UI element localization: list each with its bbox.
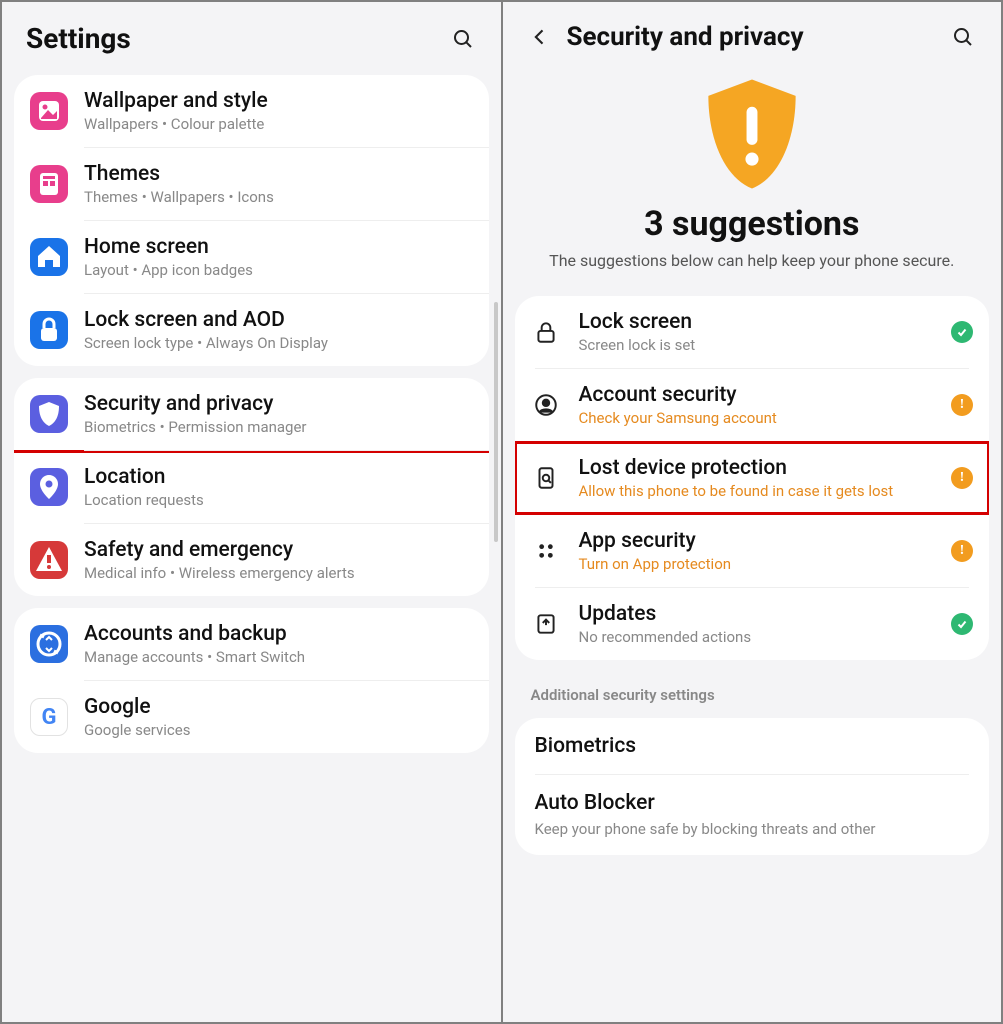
row-title: Safety and emergency xyxy=(84,538,473,562)
lock-icon xyxy=(30,311,68,349)
status-badge xyxy=(951,613,973,635)
suggestions-header: 3 suggestions The suggestions below can … xyxy=(511,66,994,290)
row-subtitle: Keep your phone safe by blocking threats… xyxy=(535,819,970,839)
row-title: Home screen xyxy=(84,235,473,259)
search-button[interactable] xyxy=(449,25,477,53)
row-title: Accounts and backup xyxy=(84,622,473,646)
settings-group: Wallpaper and style Wallpapers • Colour p… xyxy=(14,75,489,366)
row-subtitle: Biometrics • Permission manager xyxy=(84,418,473,436)
settings-row-location[interactable]: Location Location requests xyxy=(14,451,489,523)
account-icon xyxy=(531,390,561,420)
row-subtitle: Turn on App protection xyxy=(579,555,934,573)
settings-row-shield[interactable]: Security and privacy Biometrics • Permiss… xyxy=(14,378,489,453)
row-subtitle: No recommended actions xyxy=(579,628,934,646)
row-title: App security xyxy=(579,529,934,553)
row-title: Lock screen xyxy=(579,310,934,334)
row-title: Lost device protection xyxy=(579,456,934,480)
additional-card: Biometrics Auto Blocker Keep your phone sa… xyxy=(515,718,990,855)
wallpaper-icon xyxy=(30,92,68,130)
shield-warning-icon xyxy=(697,74,807,194)
row-subtitle: Manage accounts • Smart Switch xyxy=(84,648,473,666)
settings-group: Accounts and backup Manage accounts • Sma… xyxy=(14,608,489,753)
padlock-icon xyxy=(531,317,561,347)
finddevice-icon xyxy=(531,463,561,493)
row-subtitle: Wallpapers • Colour palette xyxy=(84,115,473,133)
backup-icon xyxy=(30,625,68,663)
row-title: Auto Blocker xyxy=(535,791,970,815)
row-title: Themes xyxy=(84,162,473,186)
search-button[interactable] xyxy=(949,23,977,51)
settings-row-backup[interactable]: Accounts and backup Manage accounts • Sma… xyxy=(14,608,489,680)
settings-group: Security and privacy Biometrics • Permiss… xyxy=(14,378,489,596)
security-row-updates[interactable]: Updates No recommended actions xyxy=(515,588,990,660)
security-row-padlock[interactable]: Lock screen Screen lock is set xyxy=(515,296,990,368)
row-title: Updates xyxy=(579,602,934,626)
google-icon: G xyxy=(30,698,68,736)
status-badge: ! xyxy=(951,540,973,562)
chevron-left-icon xyxy=(530,27,550,47)
row-subtitle: Themes • Wallpapers • Icons xyxy=(84,188,473,206)
row-title: Biometrics xyxy=(535,734,970,758)
settings-row-home[interactable]: Home screen Layout • App icon badges xyxy=(14,221,489,293)
location-icon xyxy=(30,468,68,506)
suggestions-title: 3 suggestions xyxy=(535,204,970,244)
status-badge xyxy=(951,321,973,343)
updates-icon xyxy=(531,609,561,639)
status-badge: ! xyxy=(951,467,973,489)
suggestions-text: The suggestions below can help keep your… xyxy=(535,250,970,272)
row-subtitle: Medical info • Wireless emergency alerts xyxy=(84,564,473,582)
row-title: Lock screen and AOD xyxy=(84,308,473,332)
settings-row-lock[interactable]: Lock screen and AOD Screen lock type • Al… xyxy=(14,294,489,366)
left-pane-settings: Settings Wallpaper and style Wallpapers •… xyxy=(0,0,503,1024)
row-subtitle: Check your Samsung account xyxy=(579,409,934,427)
back-button[interactable] xyxy=(527,24,553,50)
left-scroll[interactable]: Wallpaper and style Wallpapers • Colour p… xyxy=(2,69,501,1022)
row-title: Account security xyxy=(579,383,934,407)
status-badge: ! xyxy=(951,394,973,416)
row-title: Wallpaper and style xyxy=(84,89,473,113)
home-icon xyxy=(30,238,68,276)
scrollbar[interactable] xyxy=(494,302,498,542)
settings-row-themes[interactable]: Themes Themes • Wallpapers • Icons xyxy=(14,148,489,220)
row-title: Security and privacy xyxy=(84,392,473,416)
search-icon xyxy=(951,25,975,49)
left-header: Settings xyxy=(2,2,501,69)
row-subtitle: Location requests xyxy=(84,491,473,509)
shield-icon xyxy=(30,395,68,433)
row-subtitle: Allow this phone to be found in case it … xyxy=(579,482,934,500)
extra-row[interactable]: Biometrics xyxy=(515,718,990,774)
emergency-icon xyxy=(30,541,68,579)
right-header: Security and privacy xyxy=(503,2,1002,66)
security-row-finddevice[interactable]: Lost device protection Allow this phone t… xyxy=(515,442,990,514)
security-row-apps[interactable]: App security Turn on App protection! xyxy=(515,515,990,587)
row-subtitle: Google services xyxy=(84,721,473,739)
right-pane-security: Security and privacy 3 suggestions The s… xyxy=(503,0,1003,1024)
row-title: Location xyxy=(84,465,473,489)
security-row-account[interactable]: Account security Check your Samsung accou… xyxy=(515,369,990,441)
right-scroll[interactable]: 3 suggestions The suggestions below can … xyxy=(503,66,1002,1022)
section-header: Additional security settings xyxy=(511,672,994,712)
row-subtitle: Screen lock type • Always On Display xyxy=(84,334,473,352)
search-icon xyxy=(451,27,475,51)
row-subtitle: Screen lock is set xyxy=(579,336,934,354)
row-title: Google xyxy=(84,695,473,719)
row-subtitle: Layout • App icon badges xyxy=(84,261,473,279)
suggestions-card: Lock screen Screen lock is set Account sec… xyxy=(515,296,990,660)
settings-row-wallpaper[interactable]: Wallpaper and style Wallpapers • Colour p… xyxy=(14,75,489,147)
settings-row-emergency[interactable]: Safety and emergency Medical info • Wirel… xyxy=(14,524,489,596)
apps-icon xyxy=(531,536,561,566)
page-title: Security and privacy xyxy=(567,22,936,52)
page-title: Settings xyxy=(26,22,435,55)
settings-row-google[interactable]: G Google Google services xyxy=(14,681,489,753)
themes-icon xyxy=(30,165,68,203)
extra-row[interactable]: Auto Blocker Keep your phone safe by bloc… xyxy=(515,775,990,855)
